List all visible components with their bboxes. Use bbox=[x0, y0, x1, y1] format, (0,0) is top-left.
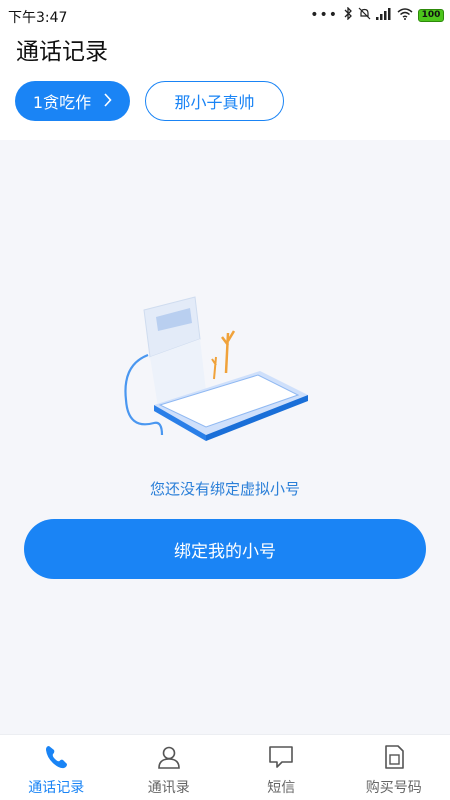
number-chip-label: 1贪吃作 bbox=[32, 93, 92, 112]
contacts-icon bbox=[155, 743, 183, 771]
tab-label: 通讯录 bbox=[147, 780, 190, 796]
tab-buy-number[interactable]: 购买号码 bbox=[338, 735, 450, 800]
status-time: 下午3:47 bbox=[8, 10, 68, 26]
bind-number-button[interactable]: 绑定我的小号 bbox=[24, 519, 426, 579]
empty-state-message: 您还没有绑定虚拟小号 bbox=[149, 480, 300, 498]
more-dots-icon: ••• bbox=[310, 7, 338, 23]
empty-illustration bbox=[120, 295, 320, 455]
number-chip-selected[interactable]: 1贪吃作 bbox=[15, 81, 130, 121]
tab-call-log[interactable]: 通话记录 bbox=[0, 735, 113, 800]
number-chip[interactable]: 那小子真帅 bbox=[145, 81, 284, 121]
page-title: 通话记录 bbox=[16, 39, 108, 65]
status-icons: ••• 100 bbox=[310, 6, 444, 23]
tab-label: 购买号码 bbox=[365, 780, 422, 796]
message-icon bbox=[267, 743, 295, 771]
phone-icon bbox=[42, 743, 70, 771]
sim-card-icon bbox=[380, 743, 408, 771]
tab-messages[interactable]: 短信 bbox=[225, 735, 338, 800]
tab-label: 通话记录 bbox=[28, 780, 85, 796]
mute-bell-icon bbox=[358, 7, 371, 23]
chevron-right-icon bbox=[103, 92, 112, 111]
tab-label: 短信 bbox=[267, 780, 296, 796]
signal-icon bbox=[376, 7, 392, 23]
wifi-icon bbox=[397, 7, 413, 23]
bottom-tab-bar: 通话记录 通讯录 短信 购买号码 bbox=[0, 734, 450, 800]
empty-state-panel: 您还没有绑定虚拟小号 绑定我的小号 bbox=[0, 140, 450, 734]
status-bar: 下午3:47 ••• 100 bbox=[0, 0, 450, 30]
tab-contacts[interactable]: 通讯录 bbox=[113, 735, 226, 800]
bluetooth-icon bbox=[343, 6, 353, 23]
number-chip-label: 那小子真帅 bbox=[174, 93, 255, 112]
battery-indicator: 100 bbox=[418, 8, 444, 22]
